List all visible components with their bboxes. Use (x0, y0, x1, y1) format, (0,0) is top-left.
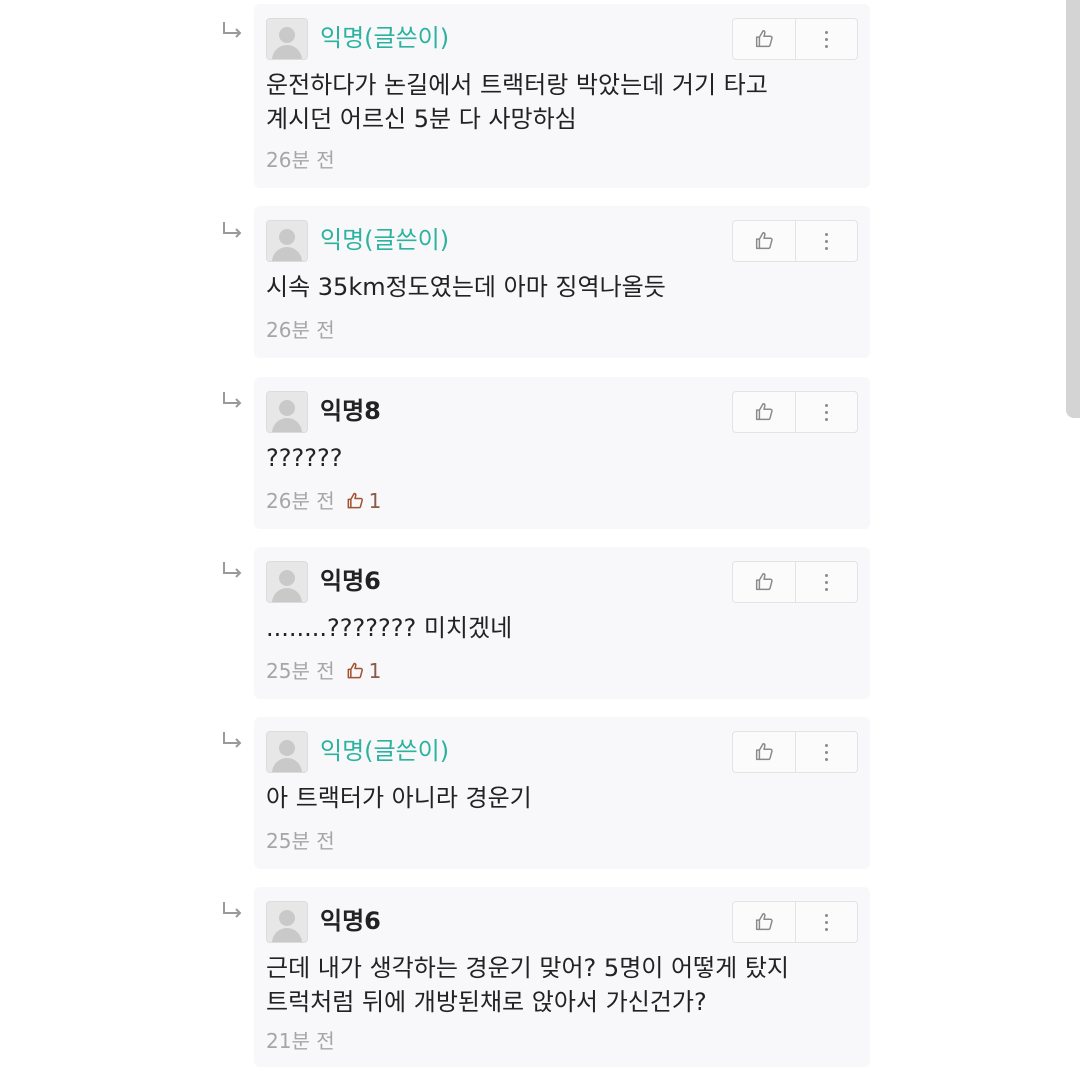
comment-item: 익명6 근데 내가 생각하는 경운기 맞어? 5명이 어떻게 탔지 트럭처럼 뒤… (254, 887, 870, 1067)
more-options-button[interactable] (796, 732, 857, 772)
like-count-value: 1 (368, 489, 382, 513)
thumbs-up-icon (347, 492, 363, 509)
reply-arrow-icon (220, 20, 246, 44)
scrollbar[interactable] (1066, 0, 1080, 418)
comment-time: 26분 전 (266, 318, 335, 342)
comment-text: ........??????? 미치겠네 (266, 614, 513, 642)
reply-arrow-icon (220, 730, 246, 754)
default-avatar-icon (266, 561, 308, 603)
more-vertical-icon (825, 743, 828, 761)
comment-meta: 25분 전 (266, 827, 335, 855)
more-options-button[interactable] (796, 392, 857, 432)
comment-actions (732, 901, 858, 943)
like-button[interactable] (733, 392, 796, 432)
thumbs-up-icon (755, 573, 773, 591)
like-button[interactable] (733, 19, 796, 59)
comment-actions (732, 731, 858, 773)
like-button[interactable] (733, 221, 796, 261)
more-vertical-icon (825, 403, 828, 421)
default-avatar-icon (266, 18, 308, 60)
comment-item: 익명(글쓴이) 운전하다가 논길에서 트랙터랑 박았는데 거기 타고 계시던 어… (254, 4, 870, 188)
default-avatar-icon (266, 901, 308, 943)
comment-time: 26분 전 (266, 148, 335, 172)
comment-author[interactable]: 익명(글쓴이) (320, 224, 449, 256)
thumbs-up-icon (755, 403, 773, 421)
comment-time: 25분 전 (266, 659, 335, 683)
like-count-value: 1 (368, 659, 382, 683)
like-button[interactable] (733, 902, 796, 942)
comment-item: 익명(글쓴이) 아 트랙터가 아니라 경운기 25분 전 (254, 717, 870, 869)
more-vertical-icon (825, 573, 828, 591)
reply-arrow-icon (220, 560, 246, 584)
comment-item: 익명8 ?????? 26분 전 1 (254, 377, 870, 529)
like-count: 1 (345, 487, 382, 515)
more-vertical-icon (825, 232, 828, 250)
like-count: 1 (345, 657, 382, 685)
thumbs-up-icon (347, 662, 363, 679)
comment-actions (732, 391, 858, 433)
comment-meta: 26분 전 1 (266, 487, 381, 515)
comment-time: 25분 전 (266, 829, 335, 853)
comment-time: 21분 전 (266, 1029, 335, 1053)
thumbs-up-icon (755, 30, 773, 48)
more-options-button[interactable] (796, 562, 857, 602)
comment-meta: 25분 전 1 (266, 657, 381, 685)
comment-actions (732, 220, 858, 262)
default-avatar-icon (266, 220, 308, 262)
comment-text: ?????? (266, 444, 343, 472)
comment-meta: 21분 전 (266, 1027, 335, 1055)
comment-actions (732, 18, 858, 60)
thumbs-up-icon (755, 913, 773, 931)
comment-text: 근데 내가 생각하는 경운기 맞어? 5명이 어떻게 탔지 트럭처럼 뒤에 개방… (266, 954, 790, 1016)
comment-author[interactable]: 익명6 (320, 905, 381, 937)
like-button[interactable] (733, 732, 796, 772)
more-options-button[interactable] (796, 19, 857, 59)
comment-author[interactable]: 익명8 (320, 395, 381, 427)
thumbs-up-icon (755, 743, 773, 761)
more-options-button[interactable] (796, 221, 857, 261)
default-avatar-icon (266, 391, 308, 433)
comment-text: 운전하다가 논길에서 트랙터랑 박았는데 거기 타고 계시던 어르신 5분 다 … (266, 71, 768, 133)
more-options-button[interactable] (796, 902, 857, 942)
comment-text: 시속 35km정도였는데 아마 징역나올듯 (266, 273, 666, 301)
reply-arrow-icon (220, 220, 246, 244)
comment-item: 익명(글쓴이) 시속 35km정도였는데 아마 징역나올듯 26분 전 (254, 206, 870, 358)
comment-actions (732, 561, 858, 603)
comment-text: 아 트랙터가 아니라 경운기 (266, 784, 532, 812)
reply-arrow-icon (220, 390, 246, 414)
comment-time: 26분 전 (266, 489, 335, 513)
more-vertical-icon (825, 30, 828, 48)
thumbs-up-icon (755, 232, 773, 250)
comment-item: 익명6 ........??????? 미치겠네 25분 전 1 (254, 547, 870, 699)
reply-arrow-icon (220, 900, 246, 924)
like-button[interactable] (733, 562, 796, 602)
more-vertical-icon (825, 913, 828, 931)
default-avatar-icon (266, 731, 308, 773)
comment-author[interactable]: 익명(글쓴이) (320, 735, 449, 767)
comment-author[interactable]: 익명6 (320, 565, 381, 597)
comment-author[interactable]: 익명(글쓴이) (320, 22, 449, 54)
comment-meta: 26분 전 (266, 316, 335, 344)
comment-meta: 26분 전 (266, 146, 335, 174)
